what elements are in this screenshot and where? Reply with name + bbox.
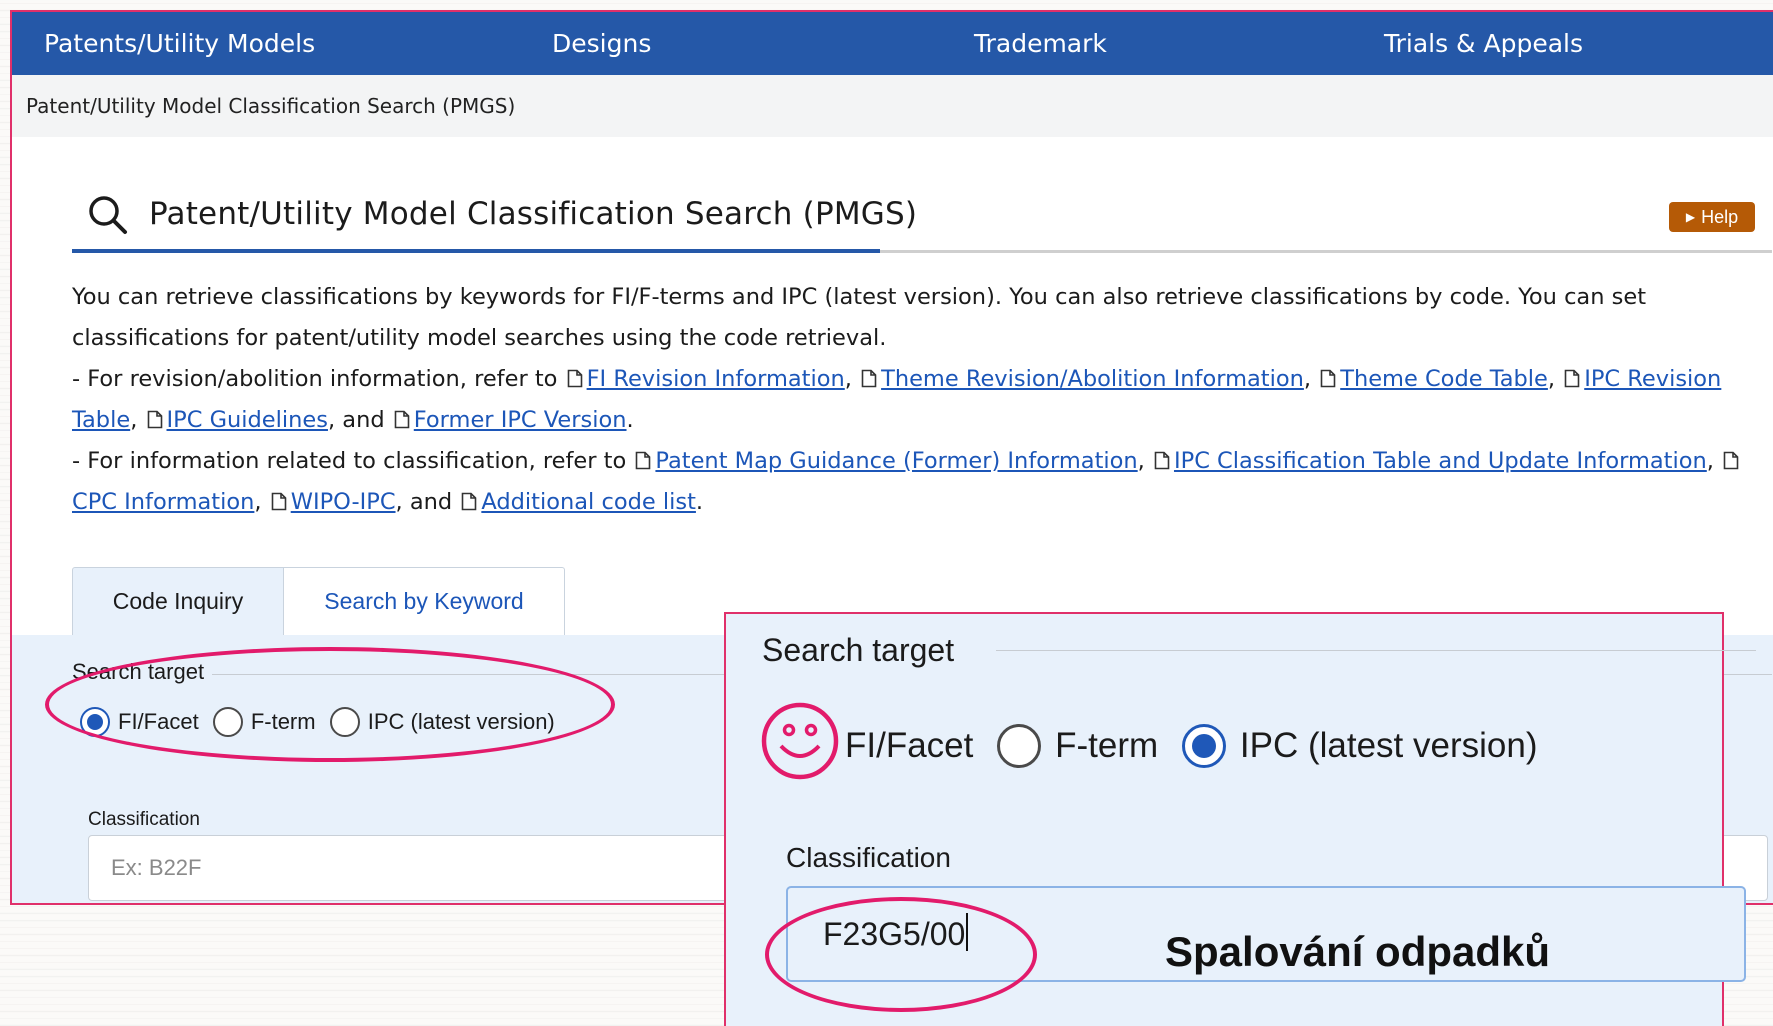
doc-link-icon (567, 369, 582, 388)
link-ipc-classification-table[interactable]: IPC Classification Table and Update Info… (1174, 448, 1707, 474)
tab-code-inquiry[interactable]: Code Inquiry (72, 567, 284, 635)
description-text: You can retrieve classifications by keyw… (72, 277, 1752, 523)
revision-prefix: - For revision/abolition information, re… (72, 366, 558, 392)
radio-label-f-term: F-term (250, 709, 316, 734)
link-theme-code-table[interactable]: Theme Code Table (1340, 366, 1548, 392)
classification-label: Classification (88, 809, 200, 830)
nav-patents-utility-models[interactable]: Patents/Utility Models (44, 12, 315, 75)
zoom-classification-value: F23G5/00 (823, 916, 966, 952)
doc-link-icon (636, 451, 651, 470)
nav-trials-appeals[interactable]: Trials & Appeals (1384, 12, 1583, 75)
top-navigation-bar: Patents/Utility Models Designs Trademark… (12, 12, 1773, 75)
zoom-radio-f-term[interactable] (997, 723, 1042, 768)
title-accent-bar (72, 249, 880, 253)
zoom-radio-label-ipc-latest: IPC (latest version) (1239, 725, 1538, 765)
doc-link-icon (861, 369, 877, 388)
radio-f-term[interactable] (212, 707, 243, 737)
nav-trademark[interactable]: Trademark (974, 12, 1107, 75)
zoom-search-target-radio-group: FI/Facet F-term IPC (latest version) (761, 702, 1551, 789)
smiley-face-icon (761, 702, 839, 789)
help-button[interactable]: ▶ Help (1669, 202, 1755, 232)
link-fi-revision-information[interactable]: FI Revision Information (587, 366, 845, 392)
link-wipo-ipc[interactable]: WIPO-IPC (291, 489, 396, 515)
search-icon (87, 194, 129, 240)
breadcrumb: Patent/Utility Model Classification Sear… (26, 94, 516, 118)
zoom-classification-label: Classification (786, 842, 951, 873)
play-triangle-icon: ▶ (1685, 210, 1696, 224)
help-label: Help (1701, 207, 1739, 227)
related-prefix: - For information related to classificat… (72, 448, 627, 474)
nav-designs[interactable]: Designs (552, 12, 651, 75)
link-theme-revision-abolition[interactable]: Theme Revision/Abolition Information (881, 366, 1304, 392)
zoom-radio-label-fi-facet: FI/Facet (845, 725, 974, 765)
doc-link-icon (1154, 451, 1170, 470)
zoom-radio-label-f-term: F-term (1055, 725, 1159, 765)
doc-link-icon (394, 410, 410, 429)
breadcrumb-bar: Patent/Utility Model Classification Sear… (12, 75, 1773, 137)
link-patent-map-guidance[interactable]: Patent Map Guidance (Former) Information (655, 448, 1137, 474)
zoom-fieldset-divider (996, 650, 1756, 651)
description-intro: You can retrieve classifications by keyw… (72, 284, 1647, 351)
and-word: and (409, 489, 453, 515)
link-former-ipc-version[interactable]: Former IPC Version (414, 407, 627, 433)
doc-link-icon (147, 410, 162, 429)
link-additional-code-list[interactable]: Additional code list (481, 489, 696, 515)
radio-ipc-latest[interactable] (329, 707, 360, 737)
annotation-label: Spalování odpadků (1165, 928, 1551, 975)
doc-link-icon (1723, 451, 1739, 470)
search-target-radio-group: FI/Facet F-term IPC (latest version) (80, 707, 563, 737)
search-target-legend: Search target (72, 659, 205, 684)
doc-link-icon (1564, 369, 1580, 388)
doc-link-icon (462, 492, 477, 511)
radio-fi-facet[interactable] (80, 707, 110, 737)
page-title-row: Patent/Utility Model Classification Sear… (72, 182, 1772, 252)
tab-search-by-keyword[interactable]: Search by Keyword (283, 567, 565, 635)
link-ipc-guidelines[interactable]: IPC Guidelines (167, 407, 328, 433)
radio-label-fi-facet: FI/Facet (118, 709, 199, 734)
page-title: Patent/Utility Model Classification Sear… (149, 196, 918, 232)
doc-link-icon (271, 492, 287, 511)
and-word: and (342, 407, 385, 433)
text-caret (966, 913, 969, 951)
doc-link-icon (1320, 369, 1336, 388)
radio-label-ipc-latest: IPC (latest version) (367, 709, 555, 734)
zoom-radio-ipc-latest[interactable] (1181, 723, 1226, 768)
zoom-search-target-legend: Search target (762, 632, 955, 668)
link-cpc-information[interactable]: CPC Information (72, 489, 254, 515)
